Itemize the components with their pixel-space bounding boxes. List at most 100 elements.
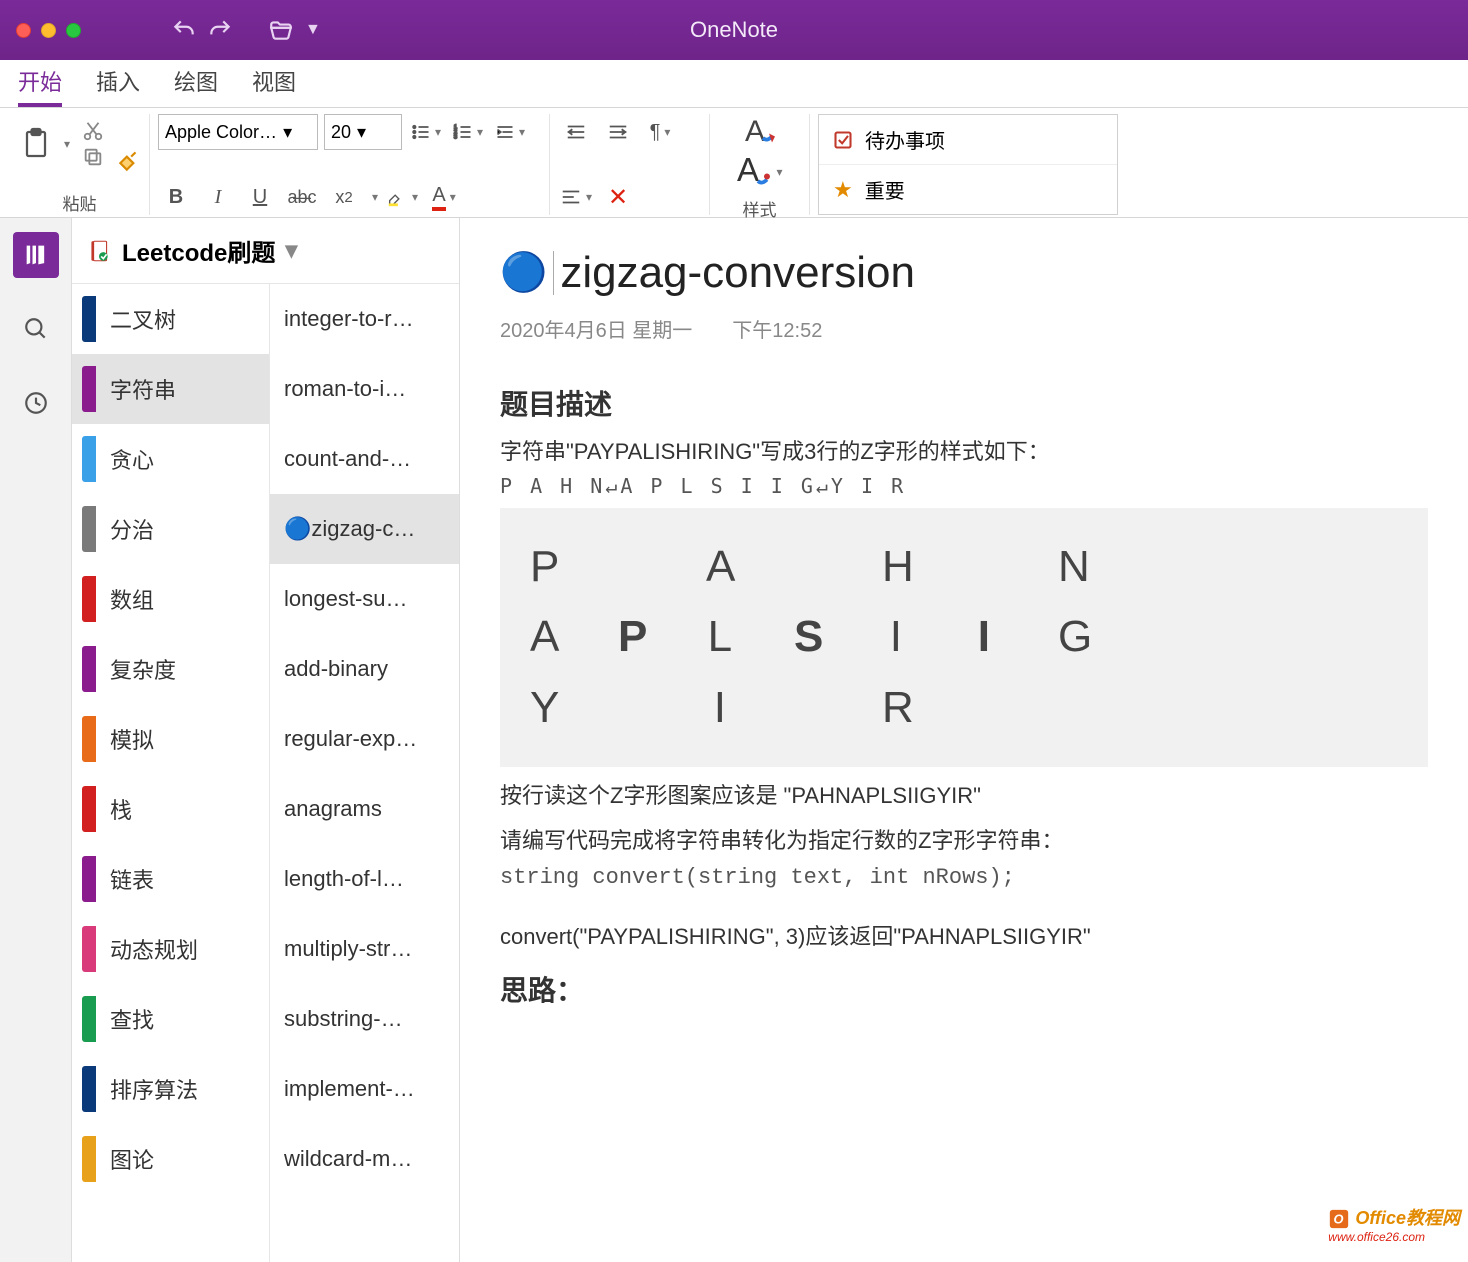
zigzag-diagram: PAHN APLSIIG YIR: [500, 508, 1428, 767]
page-item[interactable]: anagrams: [270, 774, 459, 844]
subscript-button[interactable]: x2: [326, 179, 362, 215]
tag-todo[interactable]: 待办事项: [819, 115, 1117, 164]
section-item[interactable]: 分治: [72, 494, 269, 564]
page-item[interactable]: count-and-…: [270, 424, 459, 494]
code-signature: string convert(string text, int nRows);: [500, 865, 1428, 890]
font-color-button[interactable]: A: [426, 179, 462, 215]
copy-icon[interactable]: [82, 146, 104, 168]
strikethrough-button[interactable]: abc—: [284, 179, 320, 215]
navigation-pane: Leetcode刷题 ▾ 二叉树字符串贪心分治数组复杂度模拟栈链表动态规划查找排…: [72, 218, 460, 1262]
search-icon[interactable]: [13, 306, 59, 352]
tab-insert[interactable]: 插入: [96, 65, 140, 107]
notebook-icon: [86, 238, 112, 264]
page-item[interactable]: implement-…: [270, 1054, 459, 1124]
para-3: 请编写代码完成将字符串转化为指定行数的Z字形字符串：: [500, 824, 1428, 857]
paragraph-mark-button[interactable]: ¶: [642, 114, 678, 150]
paste-group-label: 粘贴: [18, 188, 141, 215]
para-1: 字符串"PAYPALISHIRING"写成3行的Z字形的样式如下：: [500, 435, 1428, 468]
watermark-text: Office教程网: [1355, 1208, 1460, 1228]
underline-button[interactable]: U: [242, 179, 278, 215]
section-item[interactable]: 查找: [72, 984, 269, 1054]
bullet-list-button[interactable]: [408, 114, 444, 150]
page-title-text: zigzag-conversion: [560, 248, 915, 298]
fullscreen-window-button[interactable]: [66, 23, 81, 38]
heading-idea: 思路：: [500, 969, 1428, 1009]
heading-description: 题目描述: [500, 383, 1428, 423]
tag-important[interactable]: ★ 重要: [819, 164, 1117, 214]
indent-button[interactable]: [492, 114, 528, 150]
chevron-down-icon: ▾: [357, 122, 366, 143]
section-item[interactable]: 链表: [72, 844, 269, 914]
body: Leetcode刷题 ▾ 二叉树字符串贪心分治数组复杂度模拟栈链表动态规划查找排…: [0, 218, 1468, 1262]
tab-view[interactable]: 视图: [252, 65, 296, 107]
page-item[interactable]: multiply-str…: [270, 914, 459, 984]
section-item[interactable]: 数组: [72, 564, 269, 634]
notebook-header[interactable]: Leetcode刷题 ▾: [72, 218, 459, 284]
ribbon: 粘贴 Apple Color…▾ 20▾ 123 B I U abc— x2 A…: [0, 108, 1468, 218]
more-font-icon[interactable]: [368, 188, 378, 206]
minimize-window-button[interactable]: [41, 23, 56, 38]
cut-icon[interactable]: [82, 120, 104, 142]
tab-draw[interactable]: 绘图: [174, 65, 218, 107]
tab-start[interactable]: 开始: [18, 65, 62, 107]
titlebar-dropdown-icon[interactable]: ▼: [305, 21, 321, 39]
page-title[interactable]: 🔵 zigzag-conversion: [500, 248, 1428, 298]
section-item[interactable]: 栈: [72, 774, 269, 844]
page-item[interactable]: wildcard-m…: [270, 1124, 459, 1194]
page-time-value: 下午12:52: [732, 314, 822, 343]
para-2: 按行读这个Z字形图案应该是 "PAHNAPLSIIGYIR": [500, 779, 1428, 812]
notebook-name: Leetcode刷题: [122, 233, 275, 268]
page-item[interactable]: 🔵zigzag-c…: [270, 494, 459, 564]
open-folder-icon[interactable]: [267, 17, 295, 43]
page-item[interactable]: roman-to-i…: [270, 354, 459, 424]
left-rail: [0, 218, 72, 1262]
section-item[interactable]: 排序算法: [72, 1054, 269, 1124]
section-item[interactable]: 字符串: [72, 354, 269, 424]
indent-right-button[interactable]: [600, 114, 636, 150]
outdent-button[interactable]: [558, 114, 594, 150]
menu-tabs: 开始 插入 绘图 视图: [0, 60, 1468, 108]
page-title-icon: 🔵: [500, 251, 547, 295]
section-item[interactable]: 图论: [72, 1124, 269, 1194]
undo-icon[interactable]: [171, 17, 197, 43]
page-item[interactable]: longest-su…: [270, 564, 459, 634]
svg-text:3: 3: [454, 135, 457, 141]
font-name-select[interactable]: Apple Color…▾: [158, 114, 318, 150]
svg-text:O: O: [1334, 1212, 1344, 1227]
format-painter-icon[interactable]: [116, 148, 142, 174]
section-item[interactable]: 复杂度: [72, 634, 269, 704]
page-item[interactable]: integer-to-r…: [270, 284, 459, 354]
page-item[interactable]: length-of-l…: [270, 844, 459, 914]
page-date: 2020年4月6日 星期一 下午12:52: [500, 314, 1428, 343]
recent-icon[interactable]: [13, 380, 59, 426]
page-item[interactable]: regular-exp…: [270, 704, 459, 774]
pages-list: integer-to-r…roman-to-i…count-and-…🔵zigz…: [270, 284, 459, 1262]
highlight-button[interactable]: [384, 179, 420, 215]
notebooks-icon[interactable]: [13, 232, 59, 278]
section-item[interactable]: 模拟: [72, 704, 269, 774]
font-size-select[interactable]: 20▾: [324, 114, 402, 150]
paste-dropdown-icon[interactable]: [60, 135, 70, 153]
chevron-down-icon: ▾: [285, 236, 297, 265]
tag-important-label: 重要: [865, 175, 905, 204]
bold-button[interactable]: B: [158, 179, 194, 215]
styles-group-label: 样式: [718, 194, 801, 221]
paste-button[interactable]: [18, 117, 54, 171]
italic-button[interactable]: I: [200, 179, 236, 215]
numbered-list-button[interactable]: 123: [450, 114, 486, 150]
section-item[interactable]: 二叉树: [72, 284, 269, 354]
clear-styles-button[interactable]: A: [742, 114, 778, 150]
styles-button[interactable]: A: [737, 150, 783, 194]
page-item[interactable]: add-binary: [270, 634, 459, 704]
window-controls: [16, 23, 81, 38]
redo-icon[interactable]: [207, 17, 233, 43]
section-item[interactable]: 动态规划: [72, 914, 269, 984]
align-button[interactable]: [558, 179, 594, 215]
clear-format-button[interactable]: ✕: [600, 179, 636, 215]
close-window-button[interactable]: [16, 23, 31, 38]
mono-line: P A H N↵A P L S I I G↵Y I R: [500, 474, 1428, 498]
page-date-value: 2020年4月6日 星期一: [500, 314, 692, 343]
page-item[interactable]: substring-…: [270, 984, 459, 1054]
section-item[interactable]: 贪心: [72, 424, 269, 494]
page-content[interactable]: 🔵 zigzag-conversion 2020年4月6日 星期一 下午12:52…: [460, 218, 1468, 1262]
